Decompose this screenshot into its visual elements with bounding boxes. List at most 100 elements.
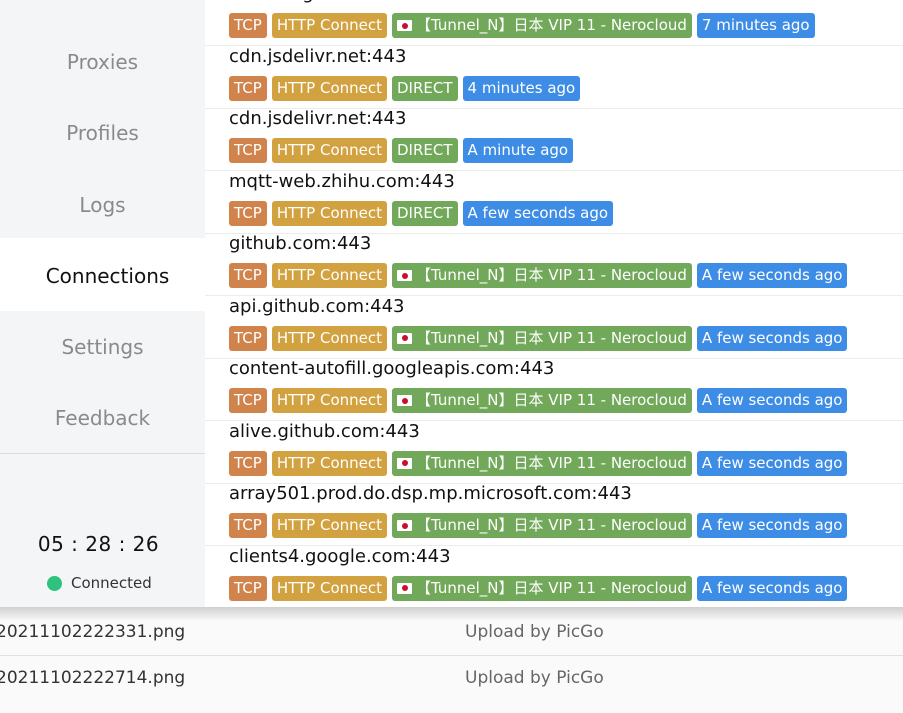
type-tag: HTTP Connect xyxy=(271,450,387,476)
connection-row[interactable]: cdn.jsdelivr.net:443 TCP HTTP Connect DIREC… xyxy=(205,46,903,109)
connection-row[interactable]: content-autofill.googleapis.com:443 TCP HT… xyxy=(205,358,903,421)
chain-label: 【Tunnel_N】日本 VIP 11 - Nerocloud xyxy=(416,328,687,347)
table-row[interactable]: 20211102222714.png Upload by PicGo xyxy=(0,655,903,702)
jp-flag-icon xyxy=(397,582,412,594)
chain-tag: 【Tunnel_N】日本 VIP 11 - Nerocloud xyxy=(392,325,692,351)
connection-row[interactable]: api.github.com:443 TCP HTTP Connect 【Tunnel… xyxy=(205,296,903,359)
type-tag: HTTP Connect xyxy=(271,513,387,538)
type-tag: HTTP Connect xyxy=(271,75,387,101)
chain-tag: 【Tunnel_N】日本 VIP 11 - Nerocloud xyxy=(392,388,692,413)
type-tag: HTTP Connect xyxy=(271,575,387,601)
jp-flag-icon xyxy=(397,395,412,406)
connection-tags: TCP HTTP Connect 【Tunnel_N】日本 VIP 11 - Ner… xyxy=(229,263,848,288)
chain-tag: 【Tunnel_N】日本 VIP 11 - Nerocloud xyxy=(392,13,692,38)
time-tag: A few seconds ago xyxy=(696,263,848,288)
status-label: Connected xyxy=(71,574,152,592)
jp-flag-icon xyxy=(397,457,412,469)
connection-tags: TCP HTTP Connect DIRECT 4 minutes ago xyxy=(229,75,581,101)
connection-row[interactable]: clients4.google.com:443 TCP HTTP Connect 【T… xyxy=(205,546,903,608)
time-tag: 7 minutes ago xyxy=(696,13,815,38)
connection-host: mqtt-web.zhihu.com:443 xyxy=(229,170,455,192)
connection-row[interactable]: alive.github.com:443 TCP HTTP Connect 【Tunn… xyxy=(205,421,903,484)
connection-tags: TCP HTTP Connect 【Tunnel_N】日本 VIP 11 - Ner… xyxy=(229,388,848,413)
type-tag: HTTP Connect xyxy=(271,325,387,351)
connection-tags: TCP HTTP Connect 【Tunnel_N】日本 VIP 11 - Ner… xyxy=(229,575,848,601)
connection-row[interactable]: avatars.githubusercontent.com:443 TCPHTTP… xyxy=(205,0,903,46)
uptime-clock: 05 : 28 : 26 xyxy=(37,532,160,556)
panel-shadow xyxy=(0,607,903,621)
time-tag: A minute ago xyxy=(462,138,574,163)
chain-label: 【Tunnel_N】日本 VIP 11 - Nerocloud xyxy=(416,453,687,472)
connection-host: cdn.jsdelivr.net:443 xyxy=(229,45,407,67)
sidebar-item-label: Settings xyxy=(61,335,144,359)
time-tag: A few seconds ago xyxy=(696,388,848,413)
sidebar-item-feedback[interactable]: Feedback xyxy=(0,387,205,449)
chain-tag: 【Tunnel_N】日本 VIP 11 - Nerocloud xyxy=(392,513,692,538)
status-dot-icon xyxy=(47,575,62,591)
connection-host: alive.github.com:443 xyxy=(229,420,420,442)
type-tag: HTTP Connect xyxy=(271,263,387,288)
jp-flag-icon xyxy=(397,332,412,344)
chain-tag: 【Tunnel_N】日本 VIP 11 - Nerocloud xyxy=(392,450,692,476)
connections-list[interactable]: avatars.githubusercontent.com:443TCPHTTP… xyxy=(205,0,903,607)
file-description: Upload by PicGo xyxy=(465,668,604,688)
connection-row[interactable]: cdn.jsdelivr.net:443 TCP HTTP Connect DIREC… xyxy=(205,108,903,171)
chain-tag: DIRECT xyxy=(392,200,458,226)
chain-tag: DIRECT xyxy=(392,75,458,101)
jp-flag-icon xyxy=(397,520,412,531)
time-tag: A few seconds ago xyxy=(696,575,848,601)
file-table: 20211102222331.png Upload by PicGo 20211… xyxy=(0,607,903,713)
sidebar-item-profiles[interactable]: Profiles xyxy=(0,102,205,164)
connection-status: Connected xyxy=(47,574,152,592)
connection-row[interactable]: array501.prod.do.dsp.mp.microsoft.com:44… xyxy=(205,483,903,546)
sidebar-item-label: Profiles xyxy=(66,121,139,145)
sidebar-item-logs[interactable]: Logs xyxy=(0,174,205,236)
sidebar-item-proxies[interactable]: Proxies xyxy=(0,31,205,93)
sidebar-item-label: Connections xyxy=(45,264,170,288)
connection-tags: TCP HTTP Connect 【Tunnel_N】日本 VIP 11 - Ner… xyxy=(229,325,848,351)
network-tag: TCP xyxy=(229,513,267,538)
type-tag: HTTP Connect xyxy=(271,13,387,38)
sidebar-item-settings[interactable]: Settings xyxy=(0,316,205,378)
chain-tag: DIRECT xyxy=(392,138,458,163)
chain-label: 【Tunnel_N】日本 VIP 11 - Nerocloud xyxy=(416,578,687,597)
connection-host: api.github.com:443 xyxy=(229,295,405,317)
connection-host: cdn.jsdelivr.net:443 xyxy=(229,108,407,129)
network-tag: TCP xyxy=(229,138,267,163)
connection-row[interactable]: mqtt-web.zhihu.com:443 TCP HTTP Connect DIR… xyxy=(205,171,903,234)
sidebar-item-label: Feedback xyxy=(54,406,151,430)
connection-row[interactable]: github.com:443 TCP HTTP Connect 【Tunnel_N】日… xyxy=(205,233,903,296)
sidebar-item-label: Logs xyxy=(79,193,126,217)
connection-tags: TCP HTTP Connect DIRECT A minute ago xyxy=(229,138,574,163)
chain-label: 【Tunnel_N】日本 VIP 11 - Nerocloud xyxy=(416,16,687,34)
connection-tags: TCP HTTP Connect 【Tunnel_N】日本 VIP 11 - Ner… xyxy=(229,13,815,38)
jp-flag-icon xyxy=(397,270,412,281)
network-tag: TCP xyxy=(229,388,267,413)
connection-tags: TCP HTTP Connect 【Tunnel_N】日本 VIP 11 - Ner… xyxy=(229,450,848,476)
jp-flag-icon xyxy=(397,20,412,31)
time-tag: A few seconds ago xyxy=(696,325,848,351)
network-tag: TCP xyxy=(229,75,267,101)
file-description: Upload by PicGo xyxy=(465,622,604,642)
sidebar-item-connections[interactable]: Connections xyxy=(0,245,215,307)
file-name: 20211102222714.png xyxy=(0,668,186,688)
connection-host: array501.prod.do.dsp.mp.microsoft.com:44… xyxy=(229,483,632,504)
chain-label: 【Tunnel_N】日本 VIP 11 - Nerocloud xyxy=(416,391,687,409)
sidebar-divider xyxy=(0,453,205,454)
connection-tags: TCP HTTP Connect 【Tunnel_N】日本 VIP 11 - Ner… xyxy=(229,513,848,538)
time-tag: 4 minutes ago xyxy=(462,75,581,101)
type-tag: HTTP Connect xyxy=(271,200,387,226)
network-tag: TCP xyxy=(229,450,267,476)
time-tag: A few seconds ago xyxy=(696,513,848,538)
chain-label: 【Tunnel_N】日本 VIP 11 - Nerocloud xyxy=(416,516,687,534)
time-tag: A few seconds ago xyxy=(696,450,848,476)
sidebar: Proxies Profiles Logs Connections Settin… xyxy=(0,0,215,607)
network-tag: TCP xyxy=(229,13,267,38)
network-tag: TCP xyxy=(229,575,267,601)
type-tag: HTTP Connect xyxy=(271,138,387,163)
connection-tags: TCP HTTP Connect DIRECT A few seconds ago xyxy=(229,200,614,226)
network-tag: TCP xyxy=(229,200,267,226)
sidebar-item-label: Proxies xyxy=(66,50,139,74)
network-tag: TCP xyxy=(229,263,267,288)
connection-host: github.com:443 xyxy=(229,233,372,254)
